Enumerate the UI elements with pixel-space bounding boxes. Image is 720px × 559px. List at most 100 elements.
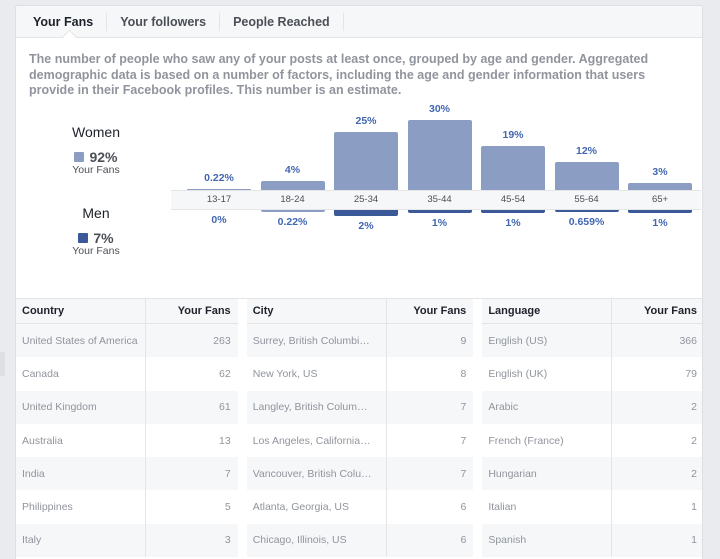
row-name: Italy <box>22 534 42 547</box>
tab-your-followers[interactable]: Your followers <box>107 12 221 31</box>
row-name-cell: English (UK) <box>482 357 612 391</box>
row-fans-count: 2 <box>691 467 697 480</box>
women-bar-65+[interactable] <box>628 183 692 190</box>
men-bar-35-44[interactable] <box>407 210 472 213</box>
men-bar-55-64[interactable] <box>554 210 619 212</box>
row-name-cell: Australia <box>16 423 146 458</box>
table-header: Country Your Fans <box>16 299 238 324</box>
table-row: Atlanta, Georgia, US 6 <box>246 490 474 524</box>
column-header-fans[interactable]: Your Fans <box>387 299 473 323</box>
women-value-label: 19% <box>502 128 524 141</box>
description: The number of people who saw any of your… <box>29 52 649 97</box>
table-body: English (US) 366 English (UK) 79 Arabic 2 Fren… <box>482 324 702 558</box>
women-bar-18-24[interactable] <box>260 180 325 190</box>
row-fans-count: 2 <box>691 401 697 414</box>
men-value-label: 0% <box>211 214 227 226</box>
table-row: Canada 62 <box>16 357 238 391</box>
table-row: Arabic 2 <box>482 390 702 424</box>
column-header-fans[interactable]: Your Fans <box>146 299 238 323</box>
men-pct: 7% <box>93 230 114 246</box>
row-fans-count: 1 <box>691 534 697 547</box>
men-value-label: 0.659% <box>568 215 605 228</box>
column-header-name[interactable]: City <box>247 299 388 323</box>
row-name-cell: United Kingdom <box>16 390 146 424</box>
table-row: Italy 3 <box>16 523 238 558</box>
table-row: Los Angeles, California… 7 <box>246 423 474 458</box>
men-value-label: 1% <box>505 217 521 229</box>
age-category-label: 65+ <box>651 194 669 205</box>
row-name-cell: Atlanta, Georgia, US <box>247 490 388 524</box>
men-title: Men <box>82 205 110 221</box>
women-bar-35-44[interactable] <box>407 120 472 190</box>
row-name: Surrey, British Columbi… <box>252 334 370 347</box>
table-row: Chicago, Illinois, US 6 <box>246 523 474 558</box>
tab-your-fans[interactable]: Your Fans <box>20 12 108 31</box>
women-bar-25-34[interactable] <box>334 131 398 190</box>
row-fans-count: 7 <box>460 401 467 414</box>
table-row: Hungarian 2 <box>482 457 702 491</box>
country-table: Country Your Fans United States of America… <box>16 299 238 558</box>
row-name-cell: United States of America <box>16 324 146 358</box>
row-name-cell: India <box>16 457 146 491</box>
row-name: English (US) <box>488 334 548 347</box>
row-name: United Kingdom <box>22 401 97 414</box>
row-fans-count: 7 <box>224 467 231 480</box>
row-fans-count: 263 <box>213 334 231 347</box>
column-header-name[interactable]: Language <box>482 299 612 323</box>
row-name-cell: English (US) <box>482 324 612 358</box>
row-name: English (UK) <box>488 367 548 380</box>
women-value-label: 0.22% <box>204 172 234 184</box>
row-name: Hungarian <box>488 467 537 480</box>
row-name: Chicago, Illinois, US <box>252 534 347 547</box>
table-body: United States of America 263 Canada 62 Unite… <box>16 324 238 558</box>
row-name-cell: Langley, British Colum… <box>247 390 388 424</box>
column-header-name[interactable]: Country <box>16 299 146 323</box>
fan-tables: Country Your Fans United States of America… <box>16 298 702 558</box>
men-value-label: 2% <box>358 220 374 232</box>
table-row: Italian 1 <box>482 490 702 524</box>
women-value-label: 25% <box>355 114 377 127</box>
men-value-label: 1% <box>431 217 448 229</box>
women-swatch-icon <box>74 152 85 162</box>
row-name-cell: Arabic <box>482 390 612 424</box>
age-category-label: 45-54 <box>500 194 526 205</box>
table-row: Vancouver, British Colu… 7 <box>246 457 474 491</box>
row-name-cell: Philippines <box>16 490 146 524</box>
women-bar-45-54[interactable] <box>481 145 545 190</box>
women-value-label: 3% <box>652 166 668 178</box>
women-value-label: 12% <box>575 145 597 157</box>
row-fans-count: 366 <box>679 334 697 347</box>
table-row: English (UK) 79 <box>482 357 702 391</box>
women-title: Women <box>72 124 120 140</box>
table-header: Language Your Fans <box>482 299 702 324</box>
row-fans-count: 2 <box>691 434 697 447</box>
column-header-fans[interactable]: Your Fans <box>612 299 702 323</box>
men-bar-25-34[interactable] <box>334 210 398 216</box>
age-category-label: 55-64 <box>574 194 599 205</box>
tab-people-reached[interactable]: People Reached <box>220 12 344 31</box>
men-bar-45-54[interactable] <box>481 210 545 213</box>
age-category-label: 25-34 <box>353 194 379 205</box>
table-row: United States of America 263 <box>16 324 238 358</box>
row-name: New York, US <box>252 367 318 380</box>
row-fans-count: 1 <box>691 501 697 514</box>
age-gender-chart: 0.22% 0% 13-17 4% 0.22% 18-24 25% 2% 25-34 30% 1% 3… <box>171 103 701 246</box>
women-value-label: 30% <box>428 103 450 115</box>
sidebar-edge <box>0 352 5 376</box>
men-bar-18-24[interactable] <box>260 210 325 212</box>
age-category-label: 18-24 <box>280 194 305 205</box>
women-sub: Your Fans <box>72 164 120 176</box>
row-name: Atlanta, Georgia, US <box>252 501 349 514</box>
men-sub: Your Fans <box>72 245 120 257</box>
table-row: French (France) 2 <box>482 423 702 458</box>
men-bar-65+[interactable] <box>628 210 692 213</box>
table-body: Surrey, British Columbi… 9 New York, US 8 La… <box>246 324 474 558</box>
table-row: Surrey, British Columbi… 9 <box>246 324 474 358</box>
women-bar-55-64[interactable] <box>554 162 619 190</box>
row-fans-count: 9 <box>460 334 467 347</box>
row-name: Canada <box>22 367 59 380</box>
row-name: Langley, British Colum… <box>252 401 368 414</box>
language-table: Language Your Fans English (US) 366 English … <box>482 299 702 558</box>
tab-bar: Your Fans Your followers People Reached <box>16 6 702 46</box>
row-name-cell: French (France) <box>482 423 612 458</box>
